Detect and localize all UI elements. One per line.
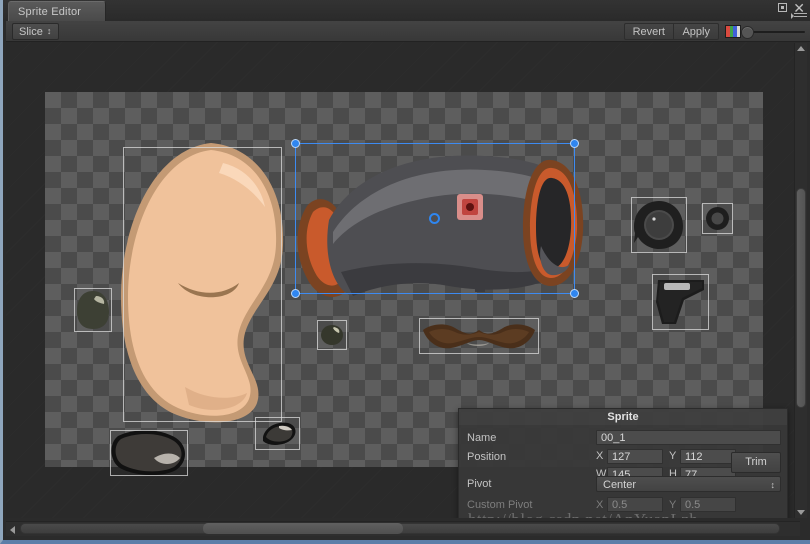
- position-y-axis-label: Y: [669, 450, 677, 462]
- slice-box-olive-mid[interactable]: [317, 320, 347, 350]
- title-bar: Sprite Editor ✕: [3, 0, 810, 21]
- slice-box-olive-left[interactable]: [74, 288, 112, 332]
- maximize-icon[interactable]: [778, 3, 787, 12]
- pivot-label: Pivot: [467, 478, 492, 490]
- slice-dropdown-button[interactable]: Slice ↕: [12, 23, 60, 40]
- pivot-value: Center: [603, 479, 637, 491]
- position-x-input[interactable]: 127: [607, 449, 663, 464]
- pivot-handle[interactable]: [429, 213, 440, 224]
- tab-sprite-editor[interactable]: Sprite Editor: [8, 1, 106, 21]
- chevron-updown-icon: ↕: [770, 480, 776, 490]
- slice-box-fin-dark[interactable]: [652, 274, 709, 330]
- revert-button[interactable]: Revert: [623, 23, 674, 40]
- window-frame: Sprite Editor ✕ Slice ↕ Revert Apply Spr…: [0, 0, 810, 544]
- position-x-axis-label: X: [596, 450, 604, 462]
- horizontal-scroll-track[interactable]: [20, 523, 780, 534]
- toolbar: Slice ↕ Revert Apply: [6, 21, 810, 42]
- pivot-dropdown[interactable]: Center ↕: [596, 476, 781, 492]
- vertical-scrollbar[interactable]: [794, 43, 807, 518]
- scroll-left-arrow-icon[interactable]: [10, 526, 15, 534]
- selection-handle-top-right[interactable]: [570, 139, 579, 148]
- slice-box-bean-dark[interactable]: [110, 430, 188, 476]
- selection-handle-bottom-left[interactable]: [291, 289, 300, 298]
- trim-button[interactable]: Trim: [731, 452, 781, 473]
- horizontal-scroll-thumb: [203, 523, 403, 534]
- inspector-title: Sprite: [459, 409, 787, 425]
- window-menu-icon[interactable]: [791, 11, 807, 20]
- selection-handle-bottom-right[interactable]: [570, 289, 579, 298]
- selection-handle-top-left[interactable]: [291, 139, 300, 148]
- vertical-scroll-thumb[interactable]: [796, 188, 806, 408]
- tab-label: Sprite Editor: [18, 6, 82, 18]
- chevron-updown-icon: ↕: [46, 26, 52, 36]
- slice-label: Slice: [19, 26, 43, 38]
- slider-knob[interactable]: [741, 26, 754, 39]
- slice-box-mustache[interactable]: [419, 318, 539, 354]
- name-input[interactable]: 00_1: [596, 430, 781, 445]
- sprite-inspector-panel: Sprite Name 00_1 Position X 127 Y 112 W …: [458, 408, 788, 518]
- slice-box-bean-large[interactable]: [123, 147, 282, 422]
- name-label: Name: [467, 432, 497, 444]
- apply-button[interactable]: Apply: [674, 23, 719, 40]
- editor-body: Sprite Name 00_1 Position X 127 Y 112 W …: [6, 42, 800, 518]
- slice-box-tire-small[interactable]: [702, 203, 733, 234]
- scroll-up-arrow-icon[interactable]: [797, 46, 805, 51]
- slice-box-tire-large[interactable]: [631, 197, 687, 253]
- alpha-slider[interactable]: [741, 26, 805, 39]
- slice-box-pebble-dark[interactable]: [255, 417, 300, 450]
- watermark-text: http://blog.csdn.net/AnYuanLzh: [468, 510, 698, 518]
- scroll-down-arrow-icon[interactable]: [797, 510, 805, 515]
- rgb-channel-swatch-icon[interactable]: [725, 25, 741, 38]
- sprite-editor-window: Sprite Editor ✕ Slice ↕ Revert Apply Spr…: [0, 0, 810, 544]
- position-y-input[interactable]: 112: [680, 449, 736, 464]
- position-label: Position: [467, 451, 507, 463]
- horizontal-scrollbar[interactable]: [6, 521, 800, 536]
